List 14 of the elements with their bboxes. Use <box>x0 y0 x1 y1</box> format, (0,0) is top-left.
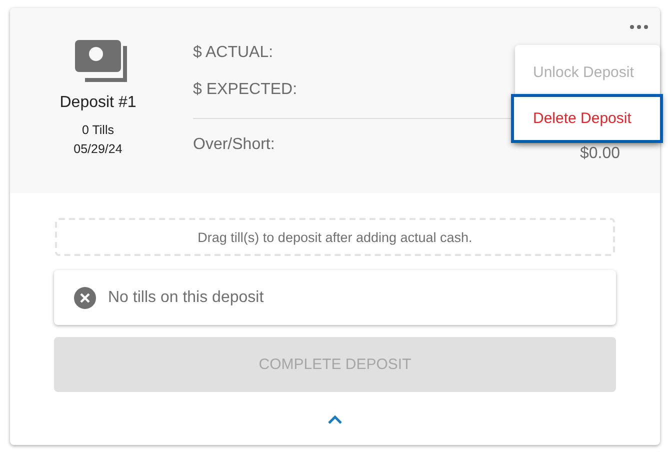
close-circle-icon <box>74 286 96 308</box>
total-label: $ ACTUAL: <box>193 44 274 63</box>
deposit-date: 05/29/24 <box>74 141 122 158</box>
empty-message: No tills on this deposit <box>108 288 264 306</box>
total-label: Over/Short: <box>193 136 275 155</box>
more-icon[interactable] <box>630 25 648 29</box>
drop-zone: Drag till(s) to deposit after adding actual cash. <box>55 218 615 256</box>
collapse-caret-icon[interactable] <box>328 415 342 424</box>
cash-icon <box>75 40 129 82</box>
total-label: $ EXPECTED: <box>193 81 298 100</box>
menu-item[interactable]: Delete Deposit <box>511 94 663 143</box>
till-count: 0 Tills <box>82 122 114 139</box>
total-value: $0.00 <box>580 145 620 164</box>
deposit-title: Deposit #1 <box>60 94 136 112</box>
